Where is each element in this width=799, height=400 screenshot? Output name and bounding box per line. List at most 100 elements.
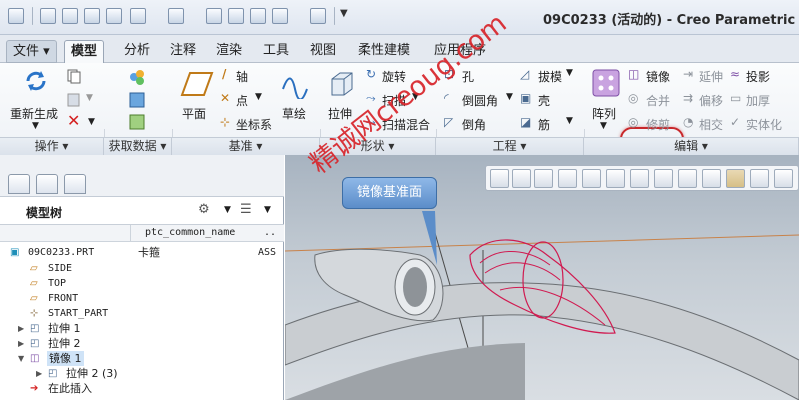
- user-defined-feature-icon[interactable]: [128, 68, 146, 86]
- expand-icon[interactable]: ▶: [18, 321, 24, 336]
- trim-button[interactable]: 修剪: [646, 116, 670, 133]
- expand-icon[interactable]: ▶: [36, 366, 42, 381]
- tab-file[interactable]: 文件 ▾: [6, 40, 57, 63]
- sketch-button[interactable]: 草绘: [282, 105, 306, 122]
- group-editing[interactable]: 编辑 ▾: [584, 137, 799, 155]
- shell-button[interactable]: 壳: [538, 92, 550, 109]
- regenerate-dropdown[interactable]: ▼: [32, 121, 39, 131]
- tree-row-extrude-1[interactable]: ▶ ◰ 拉伸 1: [0, 321, 284, 336]
- paste-dropdown[interactable]: ▼: [86, 93, 93, 103]
- view-manager-icon[interactable]: [630, 169, 649, 188]
- folder-icon[interactable]: [310, 8, 326, 24]
- tree-row-front[interactable]: ▱ FRONT: [0, 291, 284, 306]
- merge-button[interactable]: 合并: [646, 92, 670, 109]
- graphics-viewport[interactable]: 镜像基准面: [285, 155, 799, 400]
- zoom-out-icon[interactable]: [534, 169, 553, 188]
- tree-row-mirror-1[interactable]: ▼ ◫ 镜像 1: [0, 351, 284, 366]
- point-dropdown[interactable]: ▼: [255, 92, 262, 102]
- group-datum[interactable]: 基准 ▾: [172, 137, 320, 155]
- paste-icon[interactable]: [66, 91, 82, 107]
- expand-icon[interactable]: ▶: [18, 336, 24, 351]
- group-get-data[interactable]: 获取数据 ▾: [104, 137, 172, 155]
- datum-plane-icon[interactable]: [180, 69, 214, 99]
- tab-tools[interactable]: 工具: [257, 40, 295, 63]
- zoom-in-icon[interactable]: [512, 169, 531, 188]
- favorites-tab[interactable]: [64, 174, 86, 194]
- column-ptc-common-name[interactable]: ptc_common_name: [145, 227, 235, 238]
- tree-settings-dropdown[interactable]: ▼: [224, 205, 231, 215]
- point-display-icon[interactable]: [750, 169, 769, 188]
- rib-dropdown[interactable]: ▼: [566, 116, 573, 126]
- intersect-button[interactable]: 相交: [699, 116, 723, 133]
- undo-icon[interactable]: [130, 8, 146, 24]
- collapse-icon[interactable]: ▼: [18, 351, 24, 366]
- tab-flexible-modeling[interactable]: 柔性建模: [352, 40, 416, 63]
- tree-settings-icon[interactable]: ⚙: [198, 202, 210, 217]
- new-file-icon[interactable]: [40, 8, 56, 24]
- display-style-icon[interactable]: [582, 169, 601, 188]
- refit-icon[interactable]: [490, 169, 509, 188]
- show-dropdown[interactable]: ▼: [264, 205, 271, 215]
- regenerate-quick-icon[interactable]: [206, 8, 222, 24]
- csys-button[interactable]: 坐标系: [236, 116, 272, 133]
- shrinkwrap-icon[interactable]: [128, 113, 146, 131]
- group-operations[interactable]: 操作 ▾: [0, 137, 104, 155]
- solidify-button[interactable]: 实体化: [746, 116, 782, 133]
- group-engineering[interactable]: 工程 ▾: [436, 137, 584, 155]
- column-more[interactable]: ..: [264, 227, 276, 238]
- tree-row-start-part[interactable]: ⊹ START_PART: [0, 306, 284, 321]
- saved-orientations-icon[interactable]: [606, 169, 625, 188]
- tree-row-top[interactable]: ▱ TOP: [0, 276, 284, 291]
- save-icon[interactable]: [84, 8, 100, 24]
- axis-display-icon[interactable]: [702, 169, 721, 188]
- delete-icon[interactable]: ✕: [67, 111, 80, 130]
- open-folder-icon[interactable]: [62, 8, 78, 24]
- extrude-icon[interactable]: [326, 69, 356, 99]
- pattern-dropdown[interactable]: ▼: [600, 121, 607, 131]
- tree-row-side[interactable]: ▱ SIDE: [0, 261, 284, 276]
- copy-geometry-icon[interactable]: [128, 91, 146, 109]
- tree-row-extrude-2-copy[interactable]: ▶ ◰ 拉伸 2 (3): [0, 366, 284, 381]
- sketch-icon[interactable]: [280, 69, 310, 99]
- extend-button[interactable]: 延伸: [699, 68, 723, 85]
- delete-dropdown[interactable]: ▼: [88, 117, 95, 127]
- round-button[interactable]: 倒圆角: [462, 92, 498, 109]
- offset-button[interactable]: 偏移: [699, 92, 723, 109]
- folder-browser-tab[interactable]: [36, 174, 58, 194]
- tab-view[interactable]: 视图: [304, 40, 342, 63]
- annotation-display-icon[interactable]: [678, 169, 697, 188]
- tree-row-extrude-2[interactable]: ▶ ◰ 拉伸 2: [0, 336, 284, 351]
- view-icon[interactable]: [272, 8, 288, 24]
- mirror-button[interactable]: 镜像: [646, 68, 670, 85]
- repaint-icon[interactable]: [558, 169, 577, 188]
- regenerate-icon[interactable]: [22, 67, 50, 95]
- tab-model[interactable]: 模型: [64, 40, 105, 63]
- rib-button[interactable]: 筋: [538, 116, 550, 133]
- round-dropdown[interactable]: ▼: [506, 92, 513, 102]
- axis-button[interactable]: 轴: [236, 68, 248, 85]
- tree-row-part[interactable]: ▣ 09C0233.PRT 卡箍 ASS: [0, 245, 284, 260]
- print-icon[interactable]: [106, 8, 122, 24]
- draft-dropdown[interactable]: ▼: [566, 68, 573, 78]
- plane-button[interactable]: 平面: [182, 105, 206, 122]
- customize-toolbar-icon[interactable]: ▼: [340, 8, 356, 24]
- regenerate-button[interactable]: 重新生成: [10, 105, 58, 122]
- show-columns-icon[interactable]: ☰: [240, 202, 252, 217]
- thicken-button[interactable]: 加厚: [746, 92, 770, 109]
- chamfer-button[interactable]: 倒角: [462, 116, 486, 133]
- csys-display-icon[interactable]: [774, 169, 793, 188]
- tab-annotate[interactable]: 注释: [164, 40, 202, 63]
- pattern-icon[interactable]: [592, 69, 620, 97]
- window-icon[interactable]: [250, 8, 266, 24]
- copy-icon[interactable]: [66, 68, 82, 84]
- tab-render[interactable]: 渲染: [210, 40, 248, 63]
- plane-display-icon[interactable]: [726, 169, 745, 188]
- pattern-button[interactable]: 阵列: [592, 105, 616, 122]
- model-tree-tab[interactable]: [8, 174, 30, 194]
- tab-analysis[interactable]: 分析: [118, 40, 156, 63]
- perspective-icon[interactable]: [654, 169, 673, 188]
- tree-row-insert-here[interactable]: ➔ 在此插入: [0, 381, 284, 396]
- point-button[interactable]: 点: [236, 92, 248, 109]
- redo-icon[interactable]: [168, 8, 184, 24]
- project-button[interactable]: 投影: [746, 68, 770, 85]
